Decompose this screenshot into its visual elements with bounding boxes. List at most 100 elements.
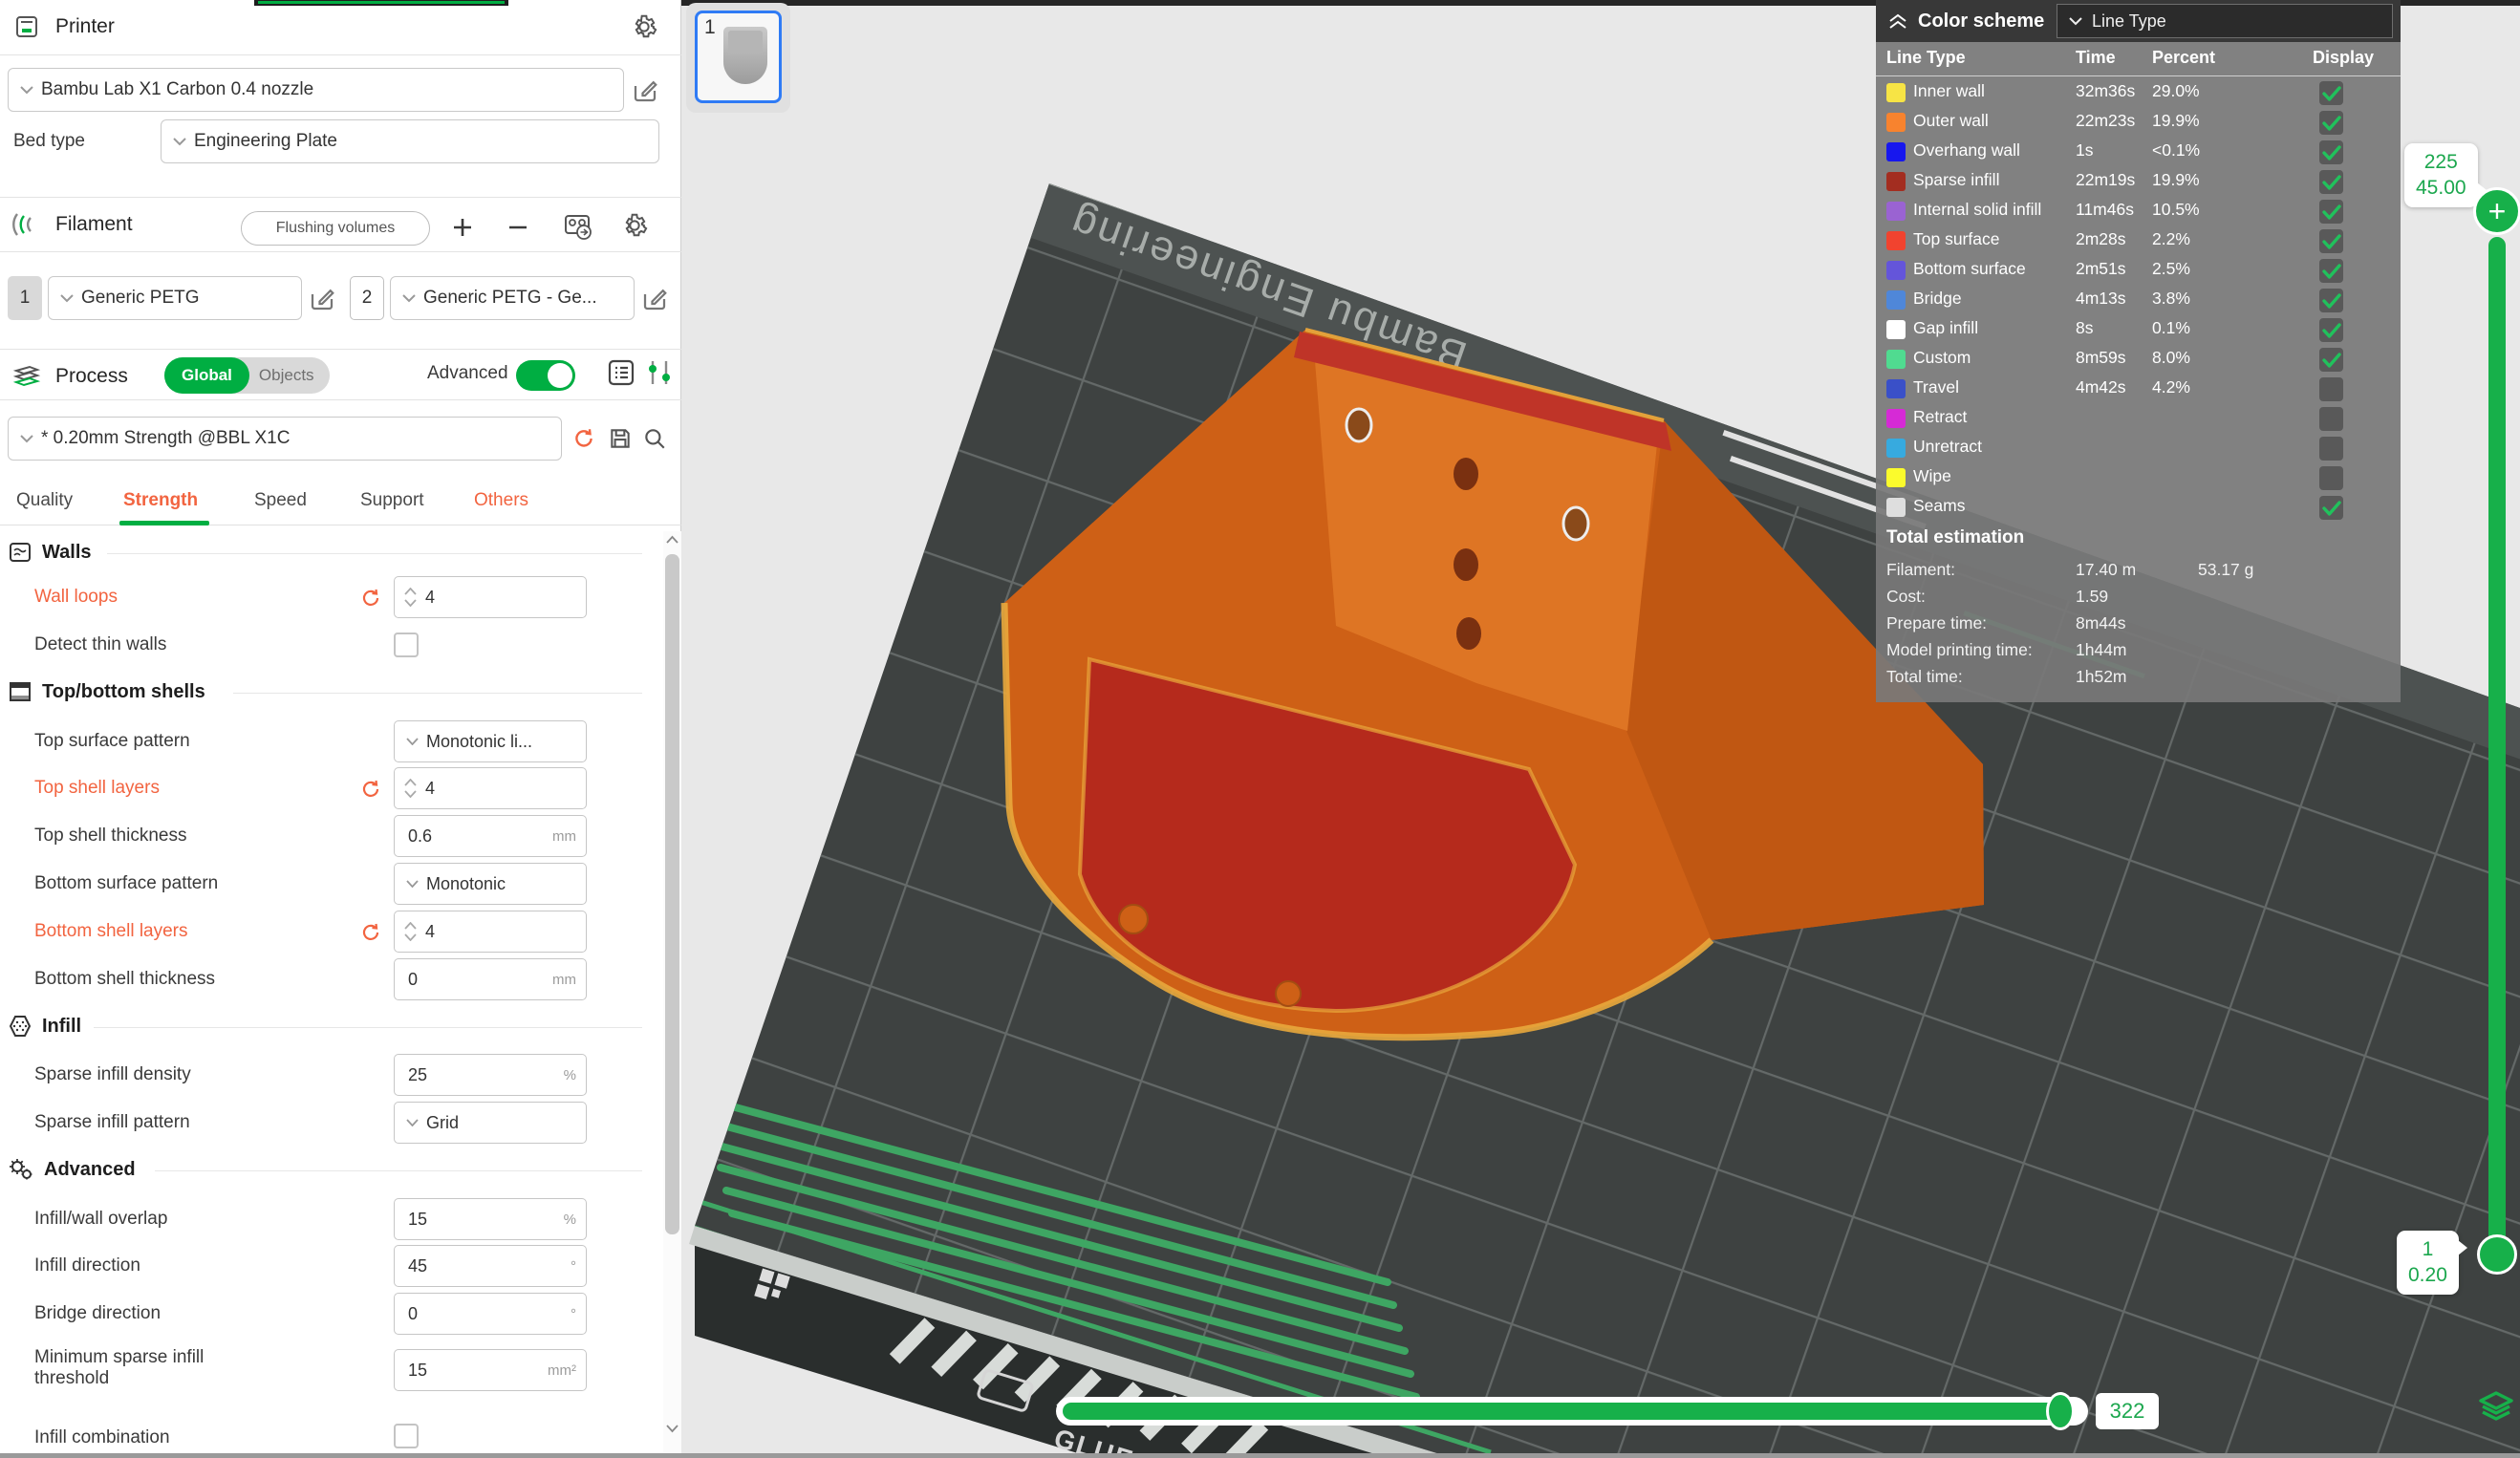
- filament-settings-gear-icon[interactable]: [621, 212, 648, 239]
- tab-quality[interactable]: Quality: [16, 490, 73, 511]
- parameter-wizard-icon[interactable]: [644, 357, 675, 388]
- spinner-arrows[interactable]: [404, 588, 417, 607]
- bottom-surface-pattern-select[interactable]: Monotonic: [394, 863, 587, 905]
- bridge-direction-input[interactable]: 0 °: [394, 1293, 587, 1335]
- remove-filament-icon[interactable]: [505, 214, 531, 241]
- line-type-time: 22m19s: [2076, 170, 2135, 190]
- line-type-display-checkbox[interactable]: [2319, 259, 2343, 283]
- top-shell-layers-input[interactable]: 4: [394, 767, 587, 809]
- line-type-row: Wipe: [1876, 463, 2401, 493]
- layer-slider-bottom-handle[interactable]: [2477, 1234, 2517, 1275]
- move-slider[interactable]: [1056, 1397, 2088, 1426]
- line-type-display-checkbox[interactable]: [2319, 437, 2343, 461]
- layer-slider-top-handle[interactable]: +: [2473, 187, 2520, 235]
- line-type-display-checkbox[interactable]: [2319, 81, 2343, 105]
- line-type-display-checkbox[interactable]: [2319, 111, 2343, 135]
- layers-view-icon[interactable]: [2475, 1382, 2517, 1424]
- search-icon[interactable]: [642, 426, 667, 451]
- chevron-down-icon: [20, 435, 33, 443]
- top-surface-pattern-select[interactable]: Monotonic li...: [394, 720, 587, 762]
- bottom-shell-layers-input[interactable]: 4: [394, 911, 587, 953]
- infill-wall-overlap-value: 15: [408, 1210, 427, 1230]
- infill-wall-overlap-input[interactable]: 15 %: [394, 1198, 587, 1240]
- minimum-sparse-infill-threshold-input[interactable]: 15 mm²: [394, 1349, 587, 1391]
- line-type-display-checkbox[interactable]: [2319, 377, 2343, 401]
- process-scope-segmented-control[interactable]: Global Objects: [164, 357, 330, 394]
- top-shell-thickness-unit: mm: [552, 828, 576, 845]
- collapse-panel-icon[interactable]: [1887, 11, 1908, 31]
- total-row-value: 17.40 m: [2076, 560, 2136, 580]
- scroll-down-icon[interactable]: [666, 1425, 678, 1433]
- infill-combination-checkbox[interactable]: [394, 1424, 419, 1448]
- total-row-label: Model printing time:: [1886, 640, 2033, 660]
- scope-objects-segment[interactable]: Objects: [249, 366, 330, 385]
- bottom-surface-pattern-label: Bottom surface pattern: [34, 873, 350, 894]
- scope-global-segment[interactable]: Global: [164, 357, 249, 394]
- spinner-arrows[interactable]: [404, 779, 417, 798]
- chevron-down-icon: [406, 880, 419, 888]
- detect-thin-walls-checkbox[interactable]: [394, 633, 419, 657]
- parameter-list-icon[interactable]: [606, 357, 636, 388]
- wall-loops-input[interactable]: 4: [394, 576, 587, 618]
- filament-1-color-swatch[interactable]: 1: [8, 276, 42, 320]
- line-type-display-checkbox[interactable]: [2319, 289, 2343, 312]
- layer-range-slider[interactable]: [2488, 237, 2506, 1252]
- spinner-arrows[interactable]: [404, 922, 417, 941]
- titlebar-progress: [254, 0, 508, 6]
- filament-1-select[interactable]: Generic PETG: [48, 276, 302, 320]
- flushing-volumes-button[interactable]: Flushing volumes: [241, 211, 430, 246]
- color-scheme-dropdown[interactable]: Line Type: [2057, 4, 2393, 38]
- tab-support[interactable]: Support: [360, 490, 424, 511]
- line-type-display-checkbox[interactable]: [2319, 407, 2343, 431]
- scrollbar-thumb[interactable]: [665, 554, 679, 1234]
- infill-direction-input[interactable]: 45 °: [394, 1245, 587, 1287]
- infill-wall-overlap-label: Infill/wall overlap: [34, 1209, 350, 1230]
- sparse-infill-density-input[interactable]: 25 %: [394, 1054, 587, 1096]
- settings-scrollbar[interactable]: [663, 531, 681, 1458]
- total-estimation-row: Prepare time: 8m44s: [1876, 613, 2401, 640]
- line-type-row: Gap infill 8s 0.1%: [1876, 315, 2401, 345]
- ams-sync-icon[interactable]: [562, 210, 594, 243]
- line-type-display-checkbox[interactable]: [2319, 466, 2343, 490]
- bridge-direction-value: 0: [408, 1304, 418, 1324]
- edit-filament-2-icon[interactable]: [640, 285, 669, 313]
- line-type-display-checkbox[interactable]: [2319, 318, 2343, 342]
- line-type-color-swatch: [1886, 320, 1906, 339]
- reset-top-shell-layers-icon[interactable]: [359, 778, 382, 801]
- line-type-display-checkbox[interactable]: [2319, 170, 2343, 194]
- line-type-display-checkbox[interactable]: [2319, 496, 2343, 520]
- add-filament-icon[interactable]: [449, 214, 476, 241]
- total-estimation-row: Model printing time: 1h44m: [1876, 640, 2401, 667]
- bed-type-select[interactable]: Engineering Plate: [161, 119, 659, 163]
- reset-wall-loops-icon[interactable]: [359, 587, 382, 610]
- top-shell-thickness-input[interactable]: 0.6 mm: [394, 815, 587, 857]
- filament-2-color-swatch[interactable]: 2: [350, 276, 384, 320]
- process-preset-select[interactable]: * 0.20mm Strength @BBL X1C: [8, 417, 562, 461]
- line-type-display-checkbox[interactable]: [2319, 348, 2343, 372]
- filament-1-number: 1: [20, 288, 31, 309]
- plate-tab-1[interactable]: 1: [695, 11, 782, 103]
- column-percent: Percent: [2152, 48, 2215, 68]
- edit-filament-1-icon[interactable]: [308, 285, 336, 313]
- save-preset-icon[interactable]: [608, 426, 633, 451]
- tab-others[interactable]: Others: [474, 490, 528, 511]
- line-type-display-checkbox[interactable]: [2319, 140, 2343, 164]
- reset-preset-icon[interactable]: [571, 426, 596, 451]
- move-slider-handle[interactable]: [2046, 1392, 2075, 1430]
- line-type-row: Custom 8m59s 8.0%: [1876, 345, 2401, 375]
- printer-preset-select[interactable]: Bambu Lab X1 Carbon 0.4 nozzle: [8, 68, 624, 112]
- bottom-shell-thickness-input[interactable]: 0 mm: [394, 958, 587, 1000]
- top-shell-layers-label: Top shell layers: [34, 778, 350, 799]
- line-type-display-checkbox[interactable]: [2319, 229, 2343, 253]
- filament-2-select[interactable]: Generic PETG - Ge...: [390, 276, 635, 320]
- line-type-time: 2m28s: [2076, 229, 2126, 249]
- scroll-up-icon[interactable]: [666, 535, 678, 544]
- reset-bottom-shell-layers-icon[interactable]: [359, 921, 382, 944]
- sparse-infill-pattern-select[interactable]: Grid: [394, 1102, 587, 1144]
- edit-printer-icon[interactable]: [631, 76, 659, 105]
- printer-settings-gear-icon[interactable]: [631, 13, 657, 40]
- advanced-toggle[interactable]: [516, 360, 575, 391]
- tab-strength[interactable]: Strength: [123, 490, 198, 511]
- line-type-display-checkbox[interactable]: [2319, 200, 2343, 224]
- tab-speed[interactable]: Speed: [254, 490, 307, 511]
